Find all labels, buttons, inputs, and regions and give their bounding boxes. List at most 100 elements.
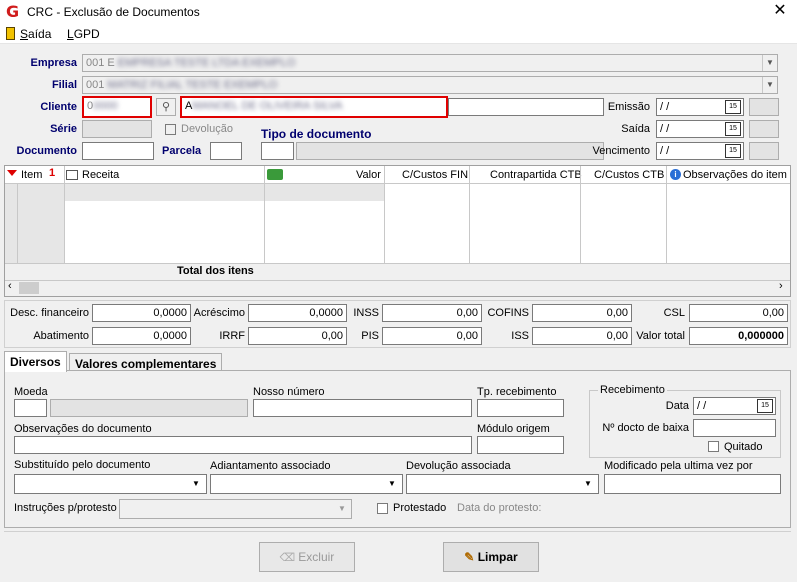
tp-recebimento-label: Tp. recebimento <box>477 386 557 398</box>
items-grid[interactable]: Item 1 Receita Valor C/Custos FIN Contra… <box>4 165 791 297</box>
moeda-desc-field <box>50 399 248 417</box>
chevron-down-icon[interactable]: ▼ <box>338 504 346 513</box>
obs-documento-input[interactable] <box>14 436 472 454</box>
inss-input[interactable]: 0,00 <box>382 304 482 322</box>
chevron-down-icon[interactable]: ▼ <box>388 479 396 488</box>
grid-line <box>469 166 470 263</box>
calendar-icon[interactable]: 15 <box>725 100 741 114</box>
nosso-numero-input[interactable] <box>253 399 472 417</box>
quitado-checkbox[interactable] <box>708 441 719 452</box>
instrucoes-select[interactable] <box>119 499 352 519</box>
tp-recebimento-input[interactable] <box>477 399 564 417</box>
grid-line <box>264 166 265 263</box>
emissao-label: Emissão <box>607 101 650 113</box>
adiantamento-select[interactable] <box>210 474 403 494</box>
chevron-down-icon[interactable]: ▼ <box>192 479 200 488</box>
filial-select[interactable]: 001 MATRIZ FILIAL TESTE EXEMPLO <box>82 76 778 94</box>
menu-saida[interactable]: Saída <box>20 27 51 41</box>
calendar-icon[interactable]: 15 <box>725 122 741 136</box>
ndocto-baixa-input[interactable] <box>693 419 776 437</box>
app-logo-icon: G <box>6 2 20 21</box>
abatimento-input[interactable]: 0,0000 <box>92 327 191 345</box>
devolucao-assoc-label: Devolução associada <box>406 460 511 472</box>
desc-financeiro-label: Desc. financeiro <box>10 307 89 319</box>
col-ccustos-fin[interactable]: C/Custos FIN <box>402 169 468 181</box>
col-contrapartida-ctb[interactable]: Contrapartida CTB <box>490 169 582 181</box>
tab-diversos[interactable]: Diversos <box>4 351 67 372</box>
col-observacoes[interactable]: Observações do item <box>683 169 787 181</box>
sort-arrow-icon <box>7 170 17 176</box>
grid-line <box>384 166 385 263</box>
parcela-input[interactable] <box>210 142 242 160</box>
excluir-button[interactable]: ⌫ Excluir <box>259 542 355 572</box>
saida-label: Saída <box>621 123 650 135</box>
csl-input[interactable]: 0,00 <box>689 304 788 322</box>
tipo-documento-desc-field <box>296 142 604 160</box>
iss-input[interactable]: 0,00 <box>532 327 632 345</box>
iss-label: ISS <box>511 330 529 342</box>
chevron-down-icon[interactable]: ▼ <box>762 55 777 71</box>
limpar-button[interactable]: ✎ Limpar <box>443 542 539 572</box>
modificado-field <box>604 474 781 494</box>
empresa-select[interactable]: 001 E EMPRESA TESTE LTDA EXEMPLO <box>82 54 778 72</box>
scroll-left-icon[interactable]: ‹ <box>8 280 12 292</box>
modulo-origem-input[interactable] <box>477 436 564 454</box>
binoculars-search-icon[interactable]: ⚲ <box>156 98 176 116</box>
cliente-extra-field[interactable] <box>448 98 604 116</box>
csl-label: CSL <box>663 307 685 319</box>
close-icon[interactable]: ✕ <box>770 2 790 20</box>
pis-input[interactable]: 0,00 <box>382 327 482 345</box>
calendar-icon[interactable]: 15 <box>757 399 773 413</box>
cliente-code-input[interactable]: 00000 <box>82 96 152 118</box>
info-icon: i <box>670 169 681 180</box>
horizontal-scrollbar[interactable] <box>5 280 790 296</box>
protestado-checkbox[interactable] <box>377 503 388 514</box>
vencimento-label: Vencimento <box>592 145 650 157</box>
protestado-label: Protestado <box>393 502 447 514</box>
total-itens-label: Total dos itens <box>177 265 254 277</box>
saida-extra-field <box>749 120 779 138</box>
chevron-down-icon[interactable]: ▼ <box>584 479 592 488</box>
instrucoes-label: Instruções p/protesto <box>14 502 117 514</box>
documento-input[interactable] <box>82 142 154 160</box>
emissao-extra-field <box>749 98 779 116</box>
serie-label: Série <box>50 123 77 135</box>
col-item[interactable]: Item <box>21 169 42 181</box>
scroll-right-icon[interactable]: › <box>779 280 783 292</box>
menu-lgpd[interactable]: LGPD <box>67 27 100 41</box>
menu-bar <box>0 24 797 44</box>
modificado-label: Modificado pela ultima vez por <box>604 460 753 472</box>
substituido-label: Substituído pelo documento <box>14 459 151 471</box>
acrescimo-input[interactable]: 0,0000 <box>248 304 347 322</box>
modulo-origem-label: Módulo origem <box>477 423 550 435</box>
substituido-select[interactable] <box>14 474 207 494</box>
broom-icon: ✎ <box>464 550 478 564</box>
valor-total-input[interactable]: 0,000000 <box>689 327 788 345</box>
calendar-icon[interactable]: 15 <box>725 144 741 158</box>
vencimento-extra-field <box>749 142 779 160</box>
tipo-documento-code-input[interactable] <box>261 142 294 160</box>
col-valor[interactable]: Valor <box>356 169 381 181</box>
adiantamento-label: Adiantamento associado <box>210 460 331 472</box>
desc-financeiro-input[interactable]: 0,0000 <box>92 304 191 322</box>
sort-order-marker: 1 <box>49 167 56 179</box>
nosso-numero-label: Nosso número <box>253 386 325 398</box>
col-ccustos-ctb[interactable]: C/Custos CTB <box>594 169 664 181</box>
irrf-input[interactable]: 0,00 <box>248 327 347 345</box>
cofins-input[interactable]: 0,00 <box>532 304 632 322</box>
moeda-code-input[interactable] <box>14 399 47 417</box>
empresa-label: Empresa <box>30 57 77 69</box>
serie-input[interactable] <box>82 120 152 138</box>
scrollbar-thumb[interactable] <box>19 282 39 294</box>
chevron-down-icon[interactable]: ▼ <box>762 77 777 93</box>
cofins-label: COFINS <box>487 307 529 319</box>
abatimento-label: Abatimento <box>33 330 89 342</box>
devolucao-label: Devolução <box>181 123 233 135</box>
col-receita[interactable]: Receita <box>82 169 119 181</box>
exit-door-icon <box>6 27 15 40</box>
cliente-name-input[interactable]: AMANOEL DE OLIVEIRA SILVA <box>180 96 448 118</box>
acrescimo-label: Acréscimo <box>193 307 245 319</box>
devolucao-checkbox[interactable] <box>165 124 176 135</box>
devolucao-assoc-select[interactable] <box>406 474 599 494</box>
quitado-label: Quitado <box>724 441 763 453</box>
